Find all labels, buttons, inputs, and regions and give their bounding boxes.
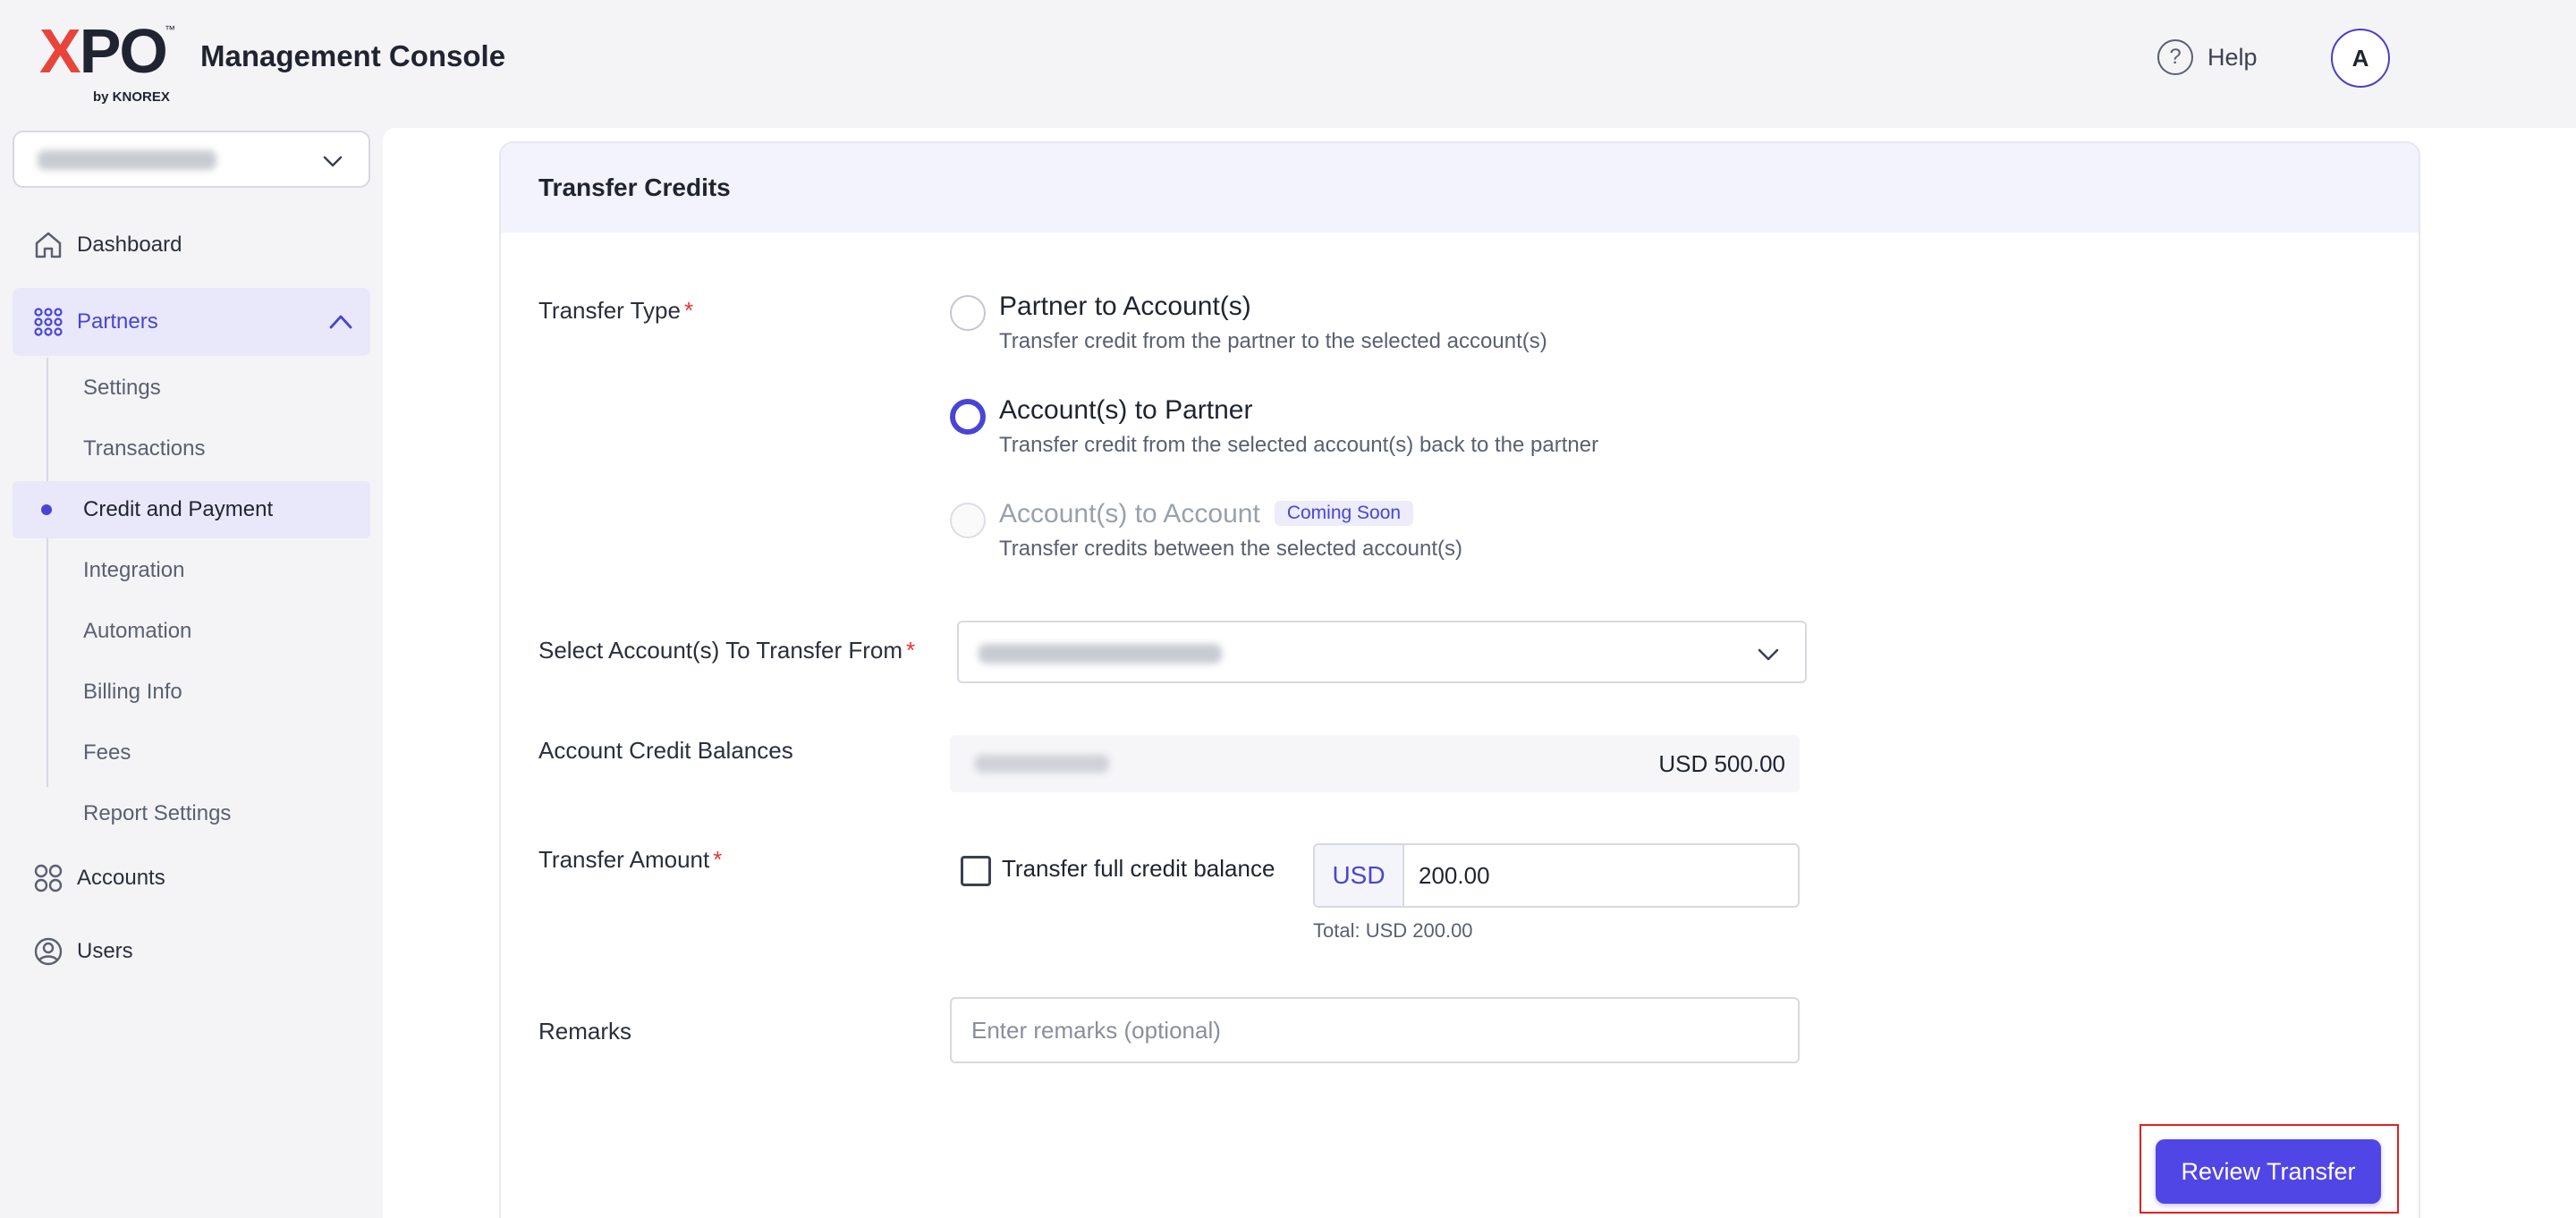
sidebar-subitem-transactions[interactable]: Transactions (13, 420, 370, 478)
chevron-up-icon[interactable] (327, 309, 354, 334)
full-balance-checkbox[interactable] (961, 856, 991, 886)
currency-prefix: USD (1315, 845, 1404, 906)
select-from-label: Select Account(s) To Transfer From * (538, 637, 916, 664)
home-icon (35, 232, 62, 258)
card-header: Transfer Credits (501, 143, 2419, 233)
select-accounts-dropdown[interactable] (957, 621, 1807, 683)
sidebar-subitem-settings[interactable]: Settings (13, 359, 370, 417)
transfer-amount-label: Transfer Amount * (538, 846, 723, 873)
chevron-down-icon (1758, 648, 1779, 661)
sidebar-subitem-report-settings[interactable]: Report Settings (13, 785, 370, 842)
amount-input-group: USD (1313, 843, 1800, 908)
coming-soon-badge: Coming Soon (1274, 501, 1414, 527)
radio-accounts-to-account (950, 503, 986, 538)
app-header: XPO ™ by KNOREX Management Console ? Hel… (0, 0, 2576, 122)
selected-account-blurred (979, 644, 1222, 664)
sidebar-item-dashboard[interactable]: Dashboard (13, 216, 370, 274)
user-circle-icon (34, 937, 63, 966)
partner-select[interactable] (13, 131, 370, 188)
partner-select-value-blurred (38, 150, 216, 170)
sidebar-subitem-credit-and-payment[interactable]: Credit and Payment (13, 481, 370, 538)
radio-accounts-to-partner[interactable] (950, 399, 986, 435)
avatar[interactable]: A (2331, 29, 2390, 88)
app-title: Management Console (200, 39, 506, 72)
review-transfer-button[interactable]: Review Transfer (2156, 1139, 2381, 1204)
total-amount: Total: USD 200.00 (1313, 919, 1473, 942)
required-asterisk: * (683, 297, 694, 324)
active-indicator-dot (41, 504, 52, 515)
required-asterisk: * (906, 637, 916, 664)
sidebar: Dashboard Partners Settings Transactions… (0, 122, 383, 1218)
sidebar-subitem-automation[interactable]: Automation (13, 603, 370, 660)
amount-input[interactable] (1404, 845, 1798, 906)
sidebar-subitem-billing-info[interactable]: Billing Info (13, 664, 370, 721)
help-button[interactable]: ? Help (2157, 39, 2258, 75)
xpo-logo[interactable]: XPO ™ by KNOREX (39, 20, 182, 105)
help-icon: ? (2157, 39, 2193, 75)
grid-dots-icon (34, 308, 63, 336)
logo-byline: by KNOREX (93, 89, 170, 105)
sidebar-item-partners[interactable]: Partners (13, 288, 370, 356)
full-balance-label[interactable]: Transfer full credit balance (1002, 855, 1275, 883)
radio-partner-to-accounts[interactable] (950, 295, 986, 331)
remarks-label: Remarks (538, 1018, 632, 1045)
card-title: Transfer Credits (538, 173, 731, 201)
sidebar-subitem-integration[interactable]: Integration (13, 542, 370, 599)
required-asterisk: * (713, 846, 723, 873)
balance-amount: USD 500.00 (1658, 750, 1785, 777)
four-circles-icon (34, 864, 63, 892)
sidebar-subitem-fees[interactable]: Fees (13, 724, 370, 782)
account-name-blurred (975, 755, 1109, 773)
balances-label: Account Credit Balances (538, 737, 793, 764)
chevron-down-icon (323, 156, 343, 167)
remarks-input[interactable] (950, 997, 1800, 1063)
sidebar-item-users[interactable]: Users (13, 923, 370, 980)
account-balance-row: USD 500.00 (950, 735, 1800, 792)
help-label: Help (2207, 43, 2258, 71)
sidebar-item-accounts[interactable]: Accounts (13, 850, 370, 907)
transfer-type-label: Transfer Type * (538, 297, 694, 324)
